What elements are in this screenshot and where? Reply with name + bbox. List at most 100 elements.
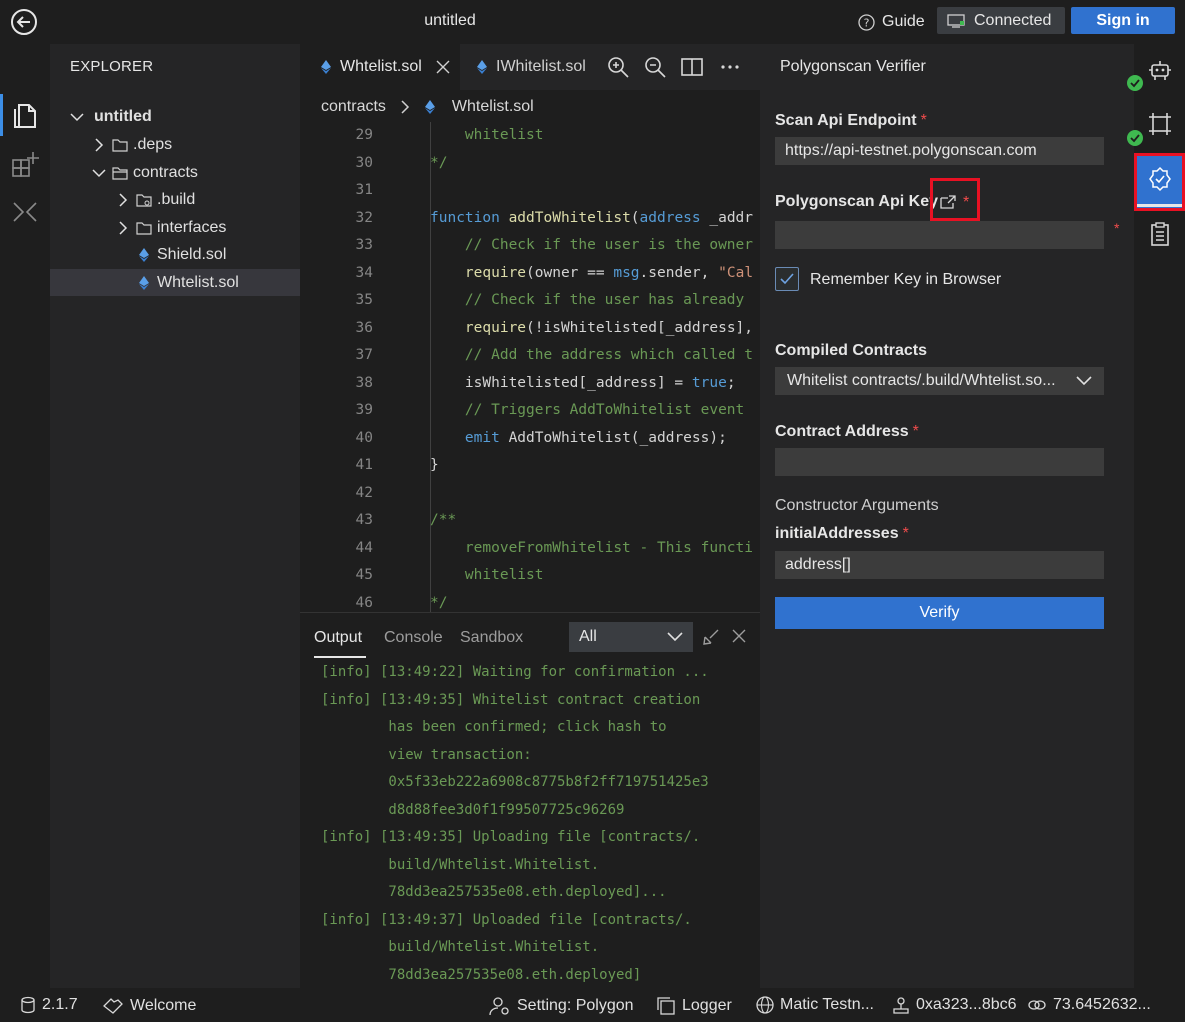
tab-sandbox[interactable]: Sandbox (460, 629, 523, 647)
external-link-icon[interactable] (940, 195, 956, 209)
clipboard-icon[interactable] (1134, 210, 1185, 258)
code-line: 39 // Triggers AddToWhitelist event (300, 397, 760, 425)
tree-item-whtelist[interactable]: Whtelist.sol (50, 269, 300, 296)
success-check-icon (1126, 74, 1144, 92)
code-editor[interactable]: 29 whitelist 30 */ 31 32 function addToWhitel… (300, 122, 760, 612)
log-line: 0x5f33eb222a6908c8775b8f2ff719751425e3 (321, 774, 709, 790)
setting-item[interactable]: Setting: Polygon (489, 996, 634, 1016)
connected-button[interactable]: Connected (937, 7, 1065, 34)
compiled-contracts-select[interactable]: Whitelist contracts/.build/Whtelist.so..… (775, 367, 1104, 395)
tree-item-deps[interactable]: .deps (50, 131, 300, 158)
sign-in-button[interactable]: Sign in (1071, 7, 1175, 34)
code-line: 36 require(!isWhitelisted[_address], (300, 315, 760, 343)
tree-item-shield[interactable]: Shield.sol (50, 241, 300, 268)
log-line: [info] [13:49:35] Uploading file [contra… (321, 829, 701, 845)
compare-arrows-icon[interactable] (0, 188, 50, 236)
status-bar: 2.1.7 Welcome Setting: Polygon Logger Ma… (0, 988, 1185, 1022)
code-token: emit (430, 429, 509, 446)
log-line: [info] [13:49:35] Whitelist contract cre… (321, 691, 701, 708)
network-item[interactable]: Matic Testn... (756, 996, 874, 1014)
close-icon[interactable] (436, 60, 450, 74)
success-check-icon (1126, 129, 1144, 147)
close-icon[interactable] (732, 629, 746, 643)
zoom-in-icon[interactable] (606, 55, 630, 79)
code-line: 35 // Check if the user has already (300, 287, 760, 315)
globe-icon (756, 996, 774, 1014)
verify-button[interactable]: Verify (775, 597, 1104, 629)
welcome-item[interactable]: Welcome (102, 996, 196, 1016)
code-line: 30 */ (300, 150, 760, 178)
code-token: addToWhitelist (508, 209, 631, 226)
activity-bar (0, 44, 50, 988)
balance-item[interactable]: 73.6452632... (1027, 996, 1151, 1014)
code-token: ( (630, 209, 640, 226)
panel-title: Polygonscan Verifier (780, 58, 926, 75)
code-token: // Add the address which called t (430, 347, 754, 363)
version-item[interactable]: 2.1.7 (20, 996, 78, 1014)
tree-item-label: .build (157, 190, 196, 208)
log-line: 78dd3ea257535e08.eth.deployed] (321, 966, 642, 983)
code-token: function (430, 209, 509, 226)
initial-addresses-input[interactable]: address[] (775, 551, 1104, 579)
logger-item[interactable]: Logger (656, 996, 732, 1016)
ethereum-icon (136, 247, 152, 263)
code-text: require(!isWhitelisted[_address], (430, 315, 753, 343)
folder-icon (136, 220, 152, 236)
code-text: function addToWhitelist(address _addr (430, 205, 753, 233)
code-token: whitelist (430, 567, 544, 583)
folder-gear-icon (136, 192, 152, 208)
line-number: 37 (355, 347, 373, 363)
chevron-right-icon (116, 220, 130, 235)
api-key-input[interactable] (775, 221, 1104, 249)
setting-label: Setting: Polygon (517, 997, 634, 1014)
line-number: 45 (355, 567, 373, 583)
scan-api-input[interactable]: https://api-testnet.polygonscan.com (775, 137, 1104, 165)
code-line: 45 whitelist (300, 562, 760, 590)
tree-item-root[interactable]: untitled (50, 103, 300, 130)
folder-open-icon (112, 165, 128, 181)
code-text: */ (430, 150, 447, 178)
remember-key-checkbox[interactable] (775, 267, 799, 291)
tab-iwhitelist-sol[interactable]: IWhitelist.sol (460, 44, 595, 90)
tab-output[interactable]: Output (314, 629, 362, 647)
more-icon[interactable] (718, 55, 742, 79)
tab-whtelist-sol[interactable]: Whtelist.sol (300, 44, 460, 90)
log-filter-select[interactable]: All (569, 622, 693, 652)
clear-broom-icon[interactable] (702, 628, 720, 646)
breadcrumb-folder[interactable]: contracts (321, 98, 386, 116)
tree-item-build[interactable]: .build (50, 186, 300, 213)
line-number: 34 (355, 264, 373, 281)
extensions-icon[interactable] (0, 140, 50, 188)
contract-address-input[interactable] (775, 448, 1104, 476)
explorer-files-icon[interactable] (0, 92, 50, 140)
zoom-out-icon[interactable] (643, 55, 667, 79)
constructor-args-label: Constructor Arguments (775, 497, 939, 514)
tree-item-contracts[interactable]: contracts (50, 159, 300, 186)
verify-badge-icon[interactable] (1134, 155, 1185, 203)
copy-icon (656, 996, 676, 1016)
log-line: has been confirmed; click hash to (321, 719, 667, 735)
verifier-panel: Polygonscan Verifier Scan Api Endpoint * … (760, 44, 1134, 988)
tree-item-interfaces[interactable]: interfaces (50, 214, 300, 241)
breadcrumb-file[interactable]: Whtelist.sol (452, 98, 534, 116)
split-editor-icon[interactable] (680, 55, 704, 79)
logger-label: Logger (682, 997, 732, 1014)
back-arrow-icon[interactable] (10, 8, 38, 36)
code-line: 42 (300, 480, 760, 508)
code-line: 41} (300, 452, 760, 480)
editor-tab-bar: Whtelist.sol IWhitelist.sol (300, 44, 760, 90)
code-token: require (430, 264, 527, 281)
chevron-down-icon (1076, 376, 1092, 386)
chevron-right-icon (116, 192, 130, 207)
account-item[interactable]: 0xa323...8bc6 (892, 996, 1017, 1014)
code-token: // Check if the user is the owner (430, 237, 754, 253)
code-text: isWhitelisted[_address] = true; (430, 370, 736, 398)
hand-wave-icon (102, 996, 124, 1016)
compiled-contracts-value: Whitelist contracts/.build/Whtelist.so..… (787, 372, 1056, 389)
ethereum-icon (424, 99, 436, 115)
code-token: AddToWhitelist(_address); (508, 429, 727, 446)
tab-console[interactable]: Console (384, 629, 443, 647)
line-number: 38 (355, 374, 373, 391)
code-line: 37 // Add the address which called t (300, 342, 760, 370)
guide-button[interactable]: ? Guide (858, 10, 925, 34)
